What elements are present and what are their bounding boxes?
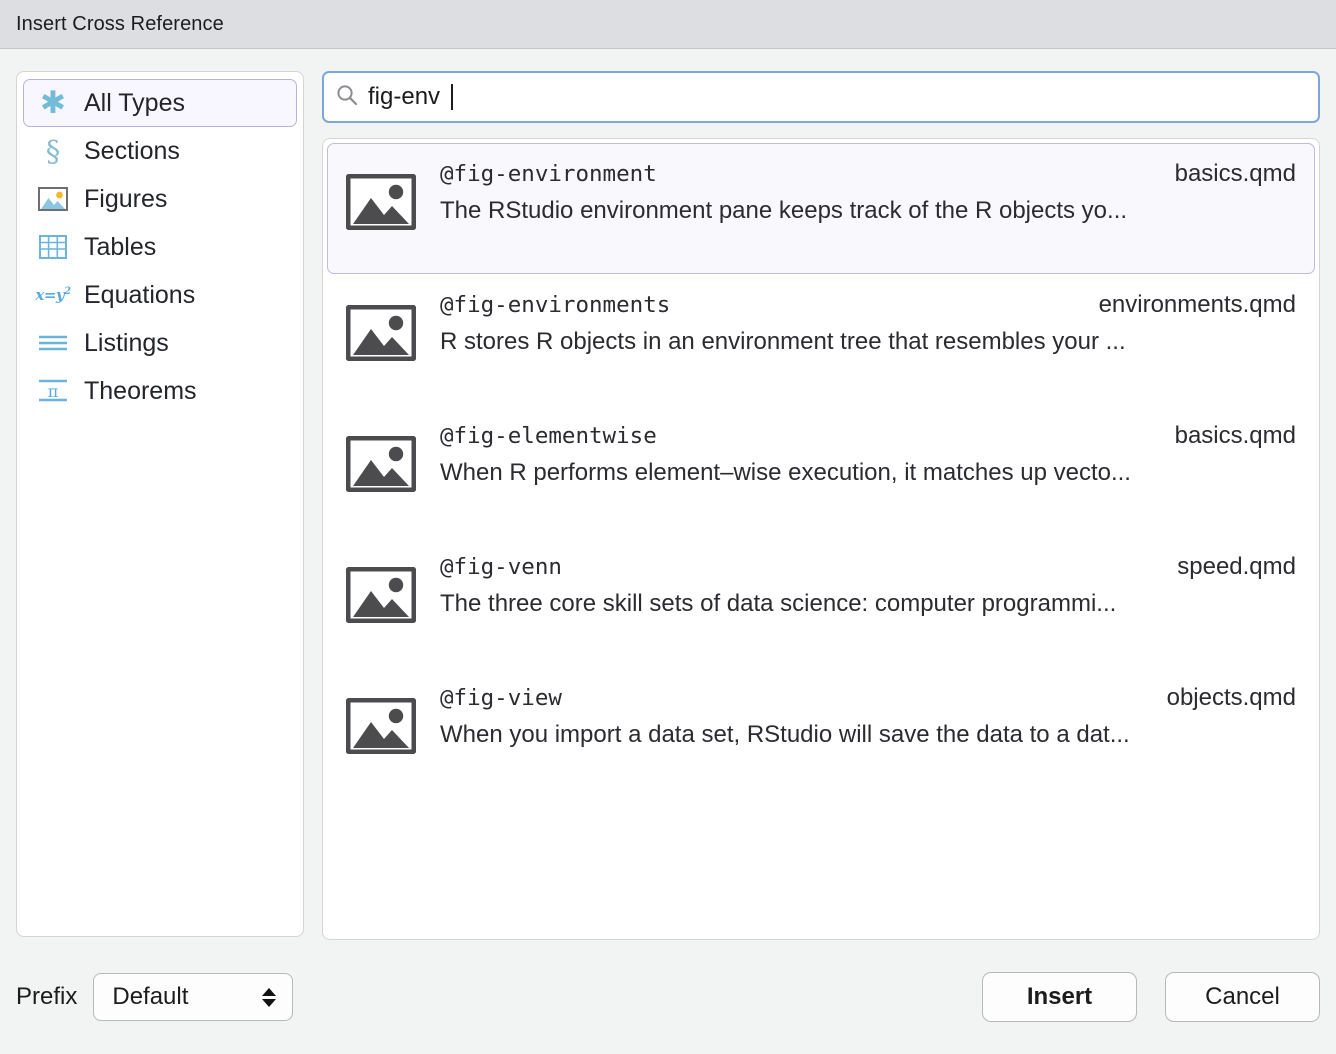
sidebar-item-label: Tables (84, 235, 156, 260)
search-icon (336, 84, 358, 111)
image-thumbnail-icon (346, 160, 416, 235)
result-description: The RStudio environment pane keeps track… (440, 197, 1296, 225)
section-sign-icon: § (36, 136, 70, 166)
sidebar-item-label: Equations (84, 283, 195, 308)
result-text: @fig-view objects.qmd When you import a … (440, 684, 1296, 749)
sidebar-item-label: Theorems (84, 379, 197, 404)
sidebar-item-label: Listings (84, 331, 169, 356)
results-list[interactable]: @fig-environment basics.qmd The RStudio … (322, 138, 1320, 940)
search-field[interactable]: fig-env (322, 71, 1320, 123)
result-row[interactable]: @fig-environment basics.qmd The RStudio … (327, 143, 1315, 274)
result-description: The three core skill sets of data scienc… (440, 590, 1296, 618)
image-thumbnail-icon (346, 553, 416, 628)
prefix-label: Prefix (16, 983, 77, 1011)
search-input[interactable]: fig-env (368, 85, 440, 109)
result-row[interactable]: @fig-venn speed.qmd The three core skill… (327, 536, 1315, 667)
result-id: @fig-venn (440, 554, 562, 580)
dialog-body: ✱ All Types § Sections (0, 49, 1336, 940)
insert-button[interactable]: Insert (982, 972, 1137, 1022)
result-row[interactable]: @fig-view objects.qmd When you import a … (327, 667, 1315, 798)
text-caret (451, 84, 453, 110)
dialog-footer: Prefix Default Insert Cancel (0, 940, 1336, 1054)
cancel-button[interactable]: Cancel (1165, 972, 1320, 1022)
sidebar-item-theorems[interactable]: π Theorems (23, 367, 297, 415)
equation-icon: x=y2 (36, 280, 70, 310)
insert-cross-reference-dialog: Insert Cross Reference ✱ All Types § Sec… (0, 0, 1336, 1054)
picture-icon (36, 184, 70, 214)
svg-text:π: π (48, 382, 59, 401)
result-file: objects.qmd (1167, 684, 1296, 712)
prefix-select[interactable]: Default (93, 973, 293, 1021)
result-file: basics.qmd (1175, 422, 1296, 450)
dialog-title: Insert Cross Reference (0, 13, 224, 36)
result-file: speed.qmd (1177, 553, 1296, 581)
result-id: @fig-environments (440, 292, 670, 318)
sidebar-item-sections[interactable]: § Sections (23, 127, 297, 175)
result-description: R stores R objects in an environment tre… (440, 328, 1296, 356)
result-id: @fig-view (440, 685, 562, 711)
sidebar-item-equations[interactable]: x=y2 Equations (23, 271, 297, 319)
image-thumbnail-icon (346, 684, 416, 759)
result-description: When R performs element–wise execution, … (440, 459, 1296, 487)
sidebar-item-figures[interactable]: Figures (23, 175, 297, 223)
asterisk-icon: ✱ (36, 88, 70, 118)
table-grid-icon (36, 232, 70, 262)
result-file: environments.qmd (1099, 291, 1296, 319)
dialog-content: ✱ All Types § Sections (16, 71, 1320, 940)
result-text: @fig-environments environments.qmd R sto… (440, 291, 1296, 356)
dialog-titlebar: Insert Cross Reference (0, 0, 1336, 49)
search-and-results: fig-env @fig-envir (322, 71, 1320, 940)
image-thumbnail-icon (346, 422, 416, 497)
sidebar-item-tables[interactable]: Tables (23, 223, 297, 271)
prefix-select-value: Default (112, 983, 188, 1011)
result-id: @fig-elementwise (440, 423, 657, 449)
sidebar-item-label: Figures (84, 187, 167, 212)
stepper-arrows-icon[interactable] (262, 988, 282, 1007)
theorem-pi-icon: π (36, 376, 70, 406)
result-description: When you import a data set, RStudio will… (440, 721, 1296, 749)
result-text: @fig-elementwise basics.qmd When R perfo… (440, 422, 1296, 487)
image-thumbnail-icon (346, 291, 416, 366)
result-file: basics.qmd (1175, 160, 1296, 188)
result-id: @fig-environment (440, 161, 657, 187)
result-row[interactable]: @fig-environments environments.qmd R sto… (327, 274, 1315, 405)
listing-lines-icon (36, 328, 70, 358)
sidebar-item-listings[interactable]: Listings (23, 319, 297, 367)
result-row[interactable]: @fig-elementwise basics.qmd When R perfo… (327, 405, 1315, 536)
sidebar-item-label: Sections (84, 139, 180, 164)
type-filter-sidebar: ✱ All Types § Sections (16, 71, 304, 937)
result-text: @fig-environment basics.qmd The RStudio … (440, 160, 1296, 225)
sidebar-item-label: All Types (84, 91, 185, 116)
sidebar-item-all-types[interactable]: ✱ All Types (23, 79, 297, 127)
result-text: @fig-venn speed.qmd The three core skill… (440, 553, 1296, 618)
